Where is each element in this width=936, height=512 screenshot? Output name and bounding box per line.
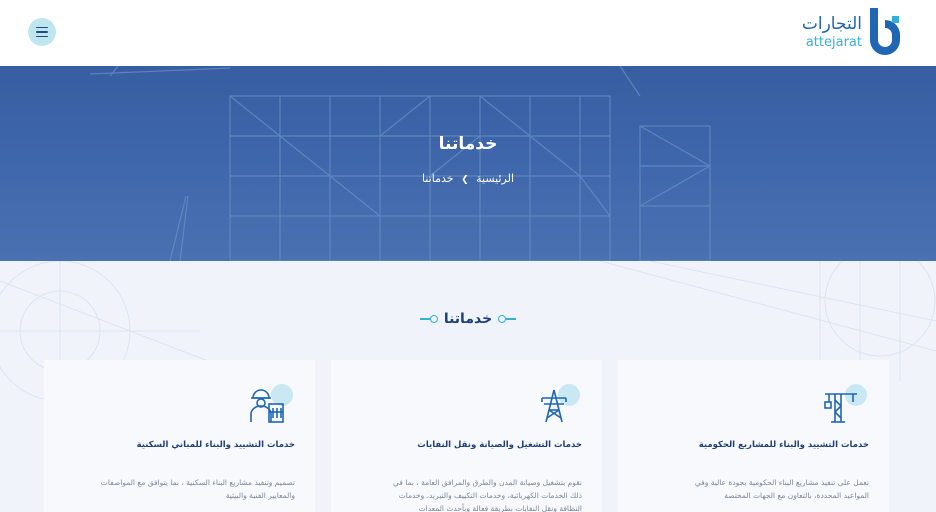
logo-mark-icon [870,8,900,55]
heading-decoration-icon [498,315,517,323]
heading-decoration-icon [419,315,438,323]
logo-english-text: attejarat [805,34,862,50]
hamburger-icon-bar [36,35,48,38]
hamburger-menu-button[interactable] [28,18,56,46]
breadcrumb-current: خدماتنا [422,172,454,185]
breadcrumb-home-link[interactable]: الرئيسية [476,172,514,185]
chevron-left-icon: ❯ [461,175,469,185]
logo-text: التجارات attejarat [801,13,862,50]
site-header: التجارات attejarat [0,0,936,66]
site-logo[interactable]: التجارات attejarat [802,8,908,56]
page-title: خدماتنا [438,134,498,154]
service-card-operations[interactable]: خدمات التشغيل والصيانة ونقل النفايات نقو… [331,360,602,512]
power-tower-icon [540,384,580,423]
service-card-description: نقوم بتشغيل وصيانة المدن والطرق والمرافق… [392,478,582,512]
services-heading-text: خدماتنا [443,311,493,327]
services-heading: خدماتنا [0,311,936,327]
service-card-government[interactable]: خدمات التشييد والبناء للمشاريع الحكومية … [618,360,889,512]
service-card-residential[interactable]: خدمات التشييد والبناء للمباني السكنية تص… [44,360,315,512]
service-card-title: خدمات التشغيل والصيانة ونقل النفايات [417,440,582,450]
services-section: خدماتنا خدمات التشييد والبناء للمشاريع ا… [0,261,936,512]
engineer-icon [250,384,293,423]
hero-color-overlay [0,66,936,261]
hamburger-icon-bar [36,31,48,33]
crane-icon [824,384,867,423]
service-card-title: خدمات التشييد والبناء للمشاريع الحكومية [698,440,869,450]
logo-arabic-text: التجارات [801,13,862,34]
page-hero-banner: خدماتنا الرئيسية ❯ خدماتنا [0,66,936,261]
service-card-description: تصميم وتنفيذ مشاريع البناء السكنية ، بما… [100,478,295,500]
service-card-description: نعمل على تنفيذ مشاريع البناء الحكومية بج… [694,478,869,500]
breadcrumb: الرئيسية ❯ خدماتنا [0,172,936,185]
service-card-title: خدمات التشييد والبناء للمباني السكنية [136,440,295,450]
hamburger-icon-bar [36,26,48,29]
